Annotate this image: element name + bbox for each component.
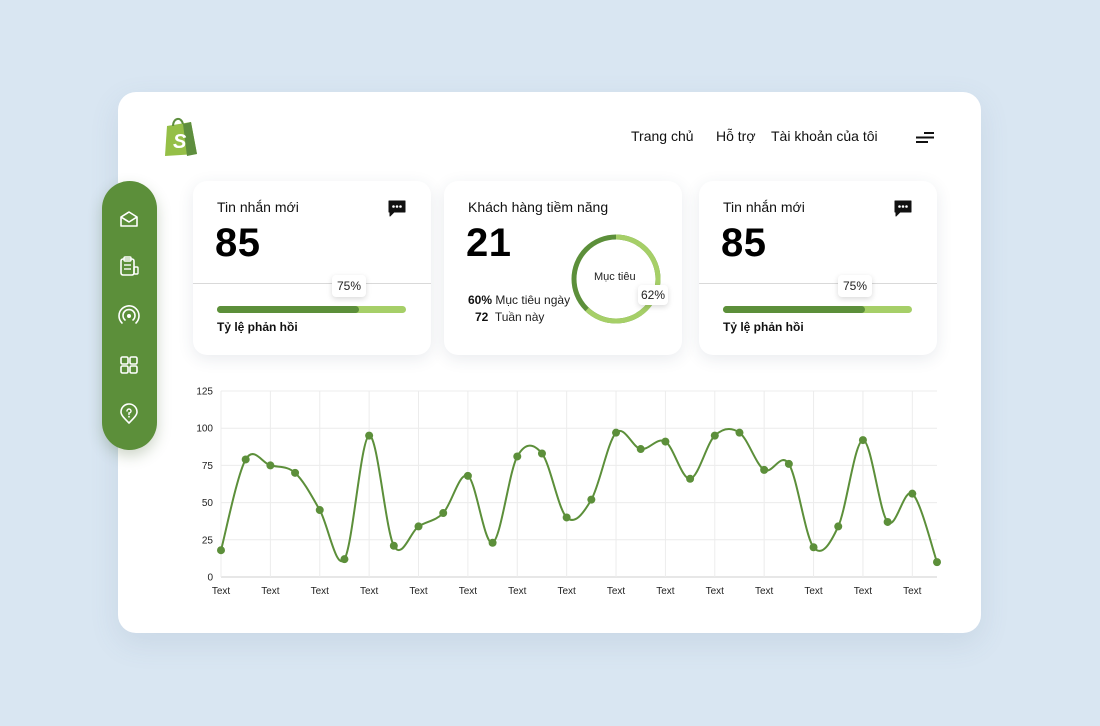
svg-text:S: S [173,131,187,153]
progress-label: Tỷ lệ phản hồi [217,320,298,334]
data-point[interactable] [365,431,374,440]
x-tick-label: Text [311,586,330,597]
data-point[interactable] [340,555,349,564]
card-new-messages: Tin nhắn mới 85 75% Tỷ lệ phản hồi [193,181,431,355]
progress-tooltip: 75% [838,275,872,297]
data-point[interactable] [439,509,448,518]
data-point[interactable] [562,513,571,522]
divider [699,283,937,284]
card-value: 85 [721,221,767,265]
sidebar-item-help[interactable] [117,402,141,426]
stat-this-week: 72 Tuần này [475,310,544,324]
card-title: Tin nhắn mới [723,199,805,215]
progress-fill [217,306,359,313]
card-value: 85 [215,221,261,265]
stat-label: Mục tiêu ngày [495,293,571,307]
progress-label: Tỷ lệ phản hồi [723,320,804,334]
x-tick-label: Text [409,586,428,597]
data-point[interactable] [463,471,472,480]
card-new-messages-2: Tin nhắn mới 85 75% Tỷ lệ phản hồi [699,181,937,355]
data-point[interactable] [735,428,744,437]
data-point[interactable] [587,495,596,504]
x-tick-label: Text [212,586,231,597]
data-point[interactable] [414,522,423,531]
sidebar-item-broadcast[interactable] [117,303,141,327]
x-tick-label: Text [804,586,823,597]
x-tick-label: Text [508,586,527,597]
card-title: Tin nhắn mới [217,199,299,215]
data-point[interactable] [661,437,670,446]
data-point[interactable] [686,474,695,483]
data-point[interactable] [858,436,867,445]
donut-percent: 62% [638,285,668,305]
data-point[interactable] [809,543,818,552]
mail-open-icon [120,211,138,227]
card-potential-customers: Khách hàng tiềm năng 21 Mục tiêu 62% 60%… [444,181,682,355]
data-point[interactable] [315,506,324,515]
nav-account[interactable]: Tài khoản của tôi [771,128,878,144]
chat-icon[interactable] [893,199,913,217]
hamburger-menu-icon[interactable] [914,130,936,146]
data-point[interactable] [710,431,719,440]
x-tick-label: Text [557,586,576,597]
y-tick-label: 25 [202,535,214,546]
broadcast-icon [118,305,140,324]
x-tick-label: Text [459,586,478,597]
data-point[interactable] [537,449,546,458]
progress-bar [217,306,406,313]
x-tick-label: Text [706,586,725,597]
location-help-icon [120,403,138,424]
data-point[interactable] [760,465,769,474]
data-point[interactable] [933,558,941,567]
y-tick-label: 50 [202,498,214,509]
data-point[interactable] [636,445,645,454]
progress-fill [723,306,865,313]
nav-help[interactable]: Hỗ trợ [716,128,756,144]
y-tick-label: 0 [207,573,213,584]
data-point[interactable] [291,468,300,477]
card-title: Khách hàng tiềm năng [468,199,609,215]
data-point[interactable] [217,546,225,555]
stat-daily-goal: 60% Mục tiêu ngày [468,293,570,307]
progress-bar [723,306,912,313]
x-tick-label: Text [755,586,774,597]
grid-apps-icon [120,356,138,374]
series-line [220,428,938,563]
shopify-bag-icon[interactable]: S [161,114,201,158]
data-point[interactable] [883,517,892,526]
data-point[interactable] [908,489,917,498]
x-tick-label: Text [854,586,873,597]
line-chart: 0 25 50 75 100 125 Text Text Text Text Text Text Tex… [196,387,941,597]
data-point[interactable] [612,428,621,437]
data-point[interactable] [488,538,497,547]
x-tick-label: Text [261,586,280,597]
data-point[interactable] [266,461,275,470]
data-point[interactable] [389,541,398,550]
y-tick-label: 125 [196,387,213,398]
x-tick-label: Text [360,586,379,597]
stat-label: Tuần này [494,310,545,324]
y-tick-label: 75 [202,461,214,472]
donut-label: Mục tiêu [594,271,636,283]
progress-tooltip: 75% [332,275,366,297]
y-tick-label: 100 [196,424,213,435]
sidebar-item-mail[interactable] [117,207,141,231]
divider [193,283,431,284]
data-point[interactable] [513,452,522,461]
card-value: 21 [466,221,512,265]
clipboard-icon [120,256,139,276]
x-tick-label: Text [607,586,626,597]
nav-home[interactable]: Trang chủ [631,128,694,144]
x-tick-label: Text [903,586,922,597]
data-point[interactable] [834,522,843,531]
x-tick-label: Text [656,586,675,597]
chat-icon[interactable] [387,199,407,217]
sidebar-item-clipboard[interactable] [117,254,141,278]
sidebar-item-apps[interactable] [117,353,141,377]
stat-value: 72 [475,310,489,324]
sidebar [102,181,157,450]
data-point[interactable] [784,459,793,468]
data-point[interactable] [241,455,250,464]
stat-value: 60% [468,293,493,307]
